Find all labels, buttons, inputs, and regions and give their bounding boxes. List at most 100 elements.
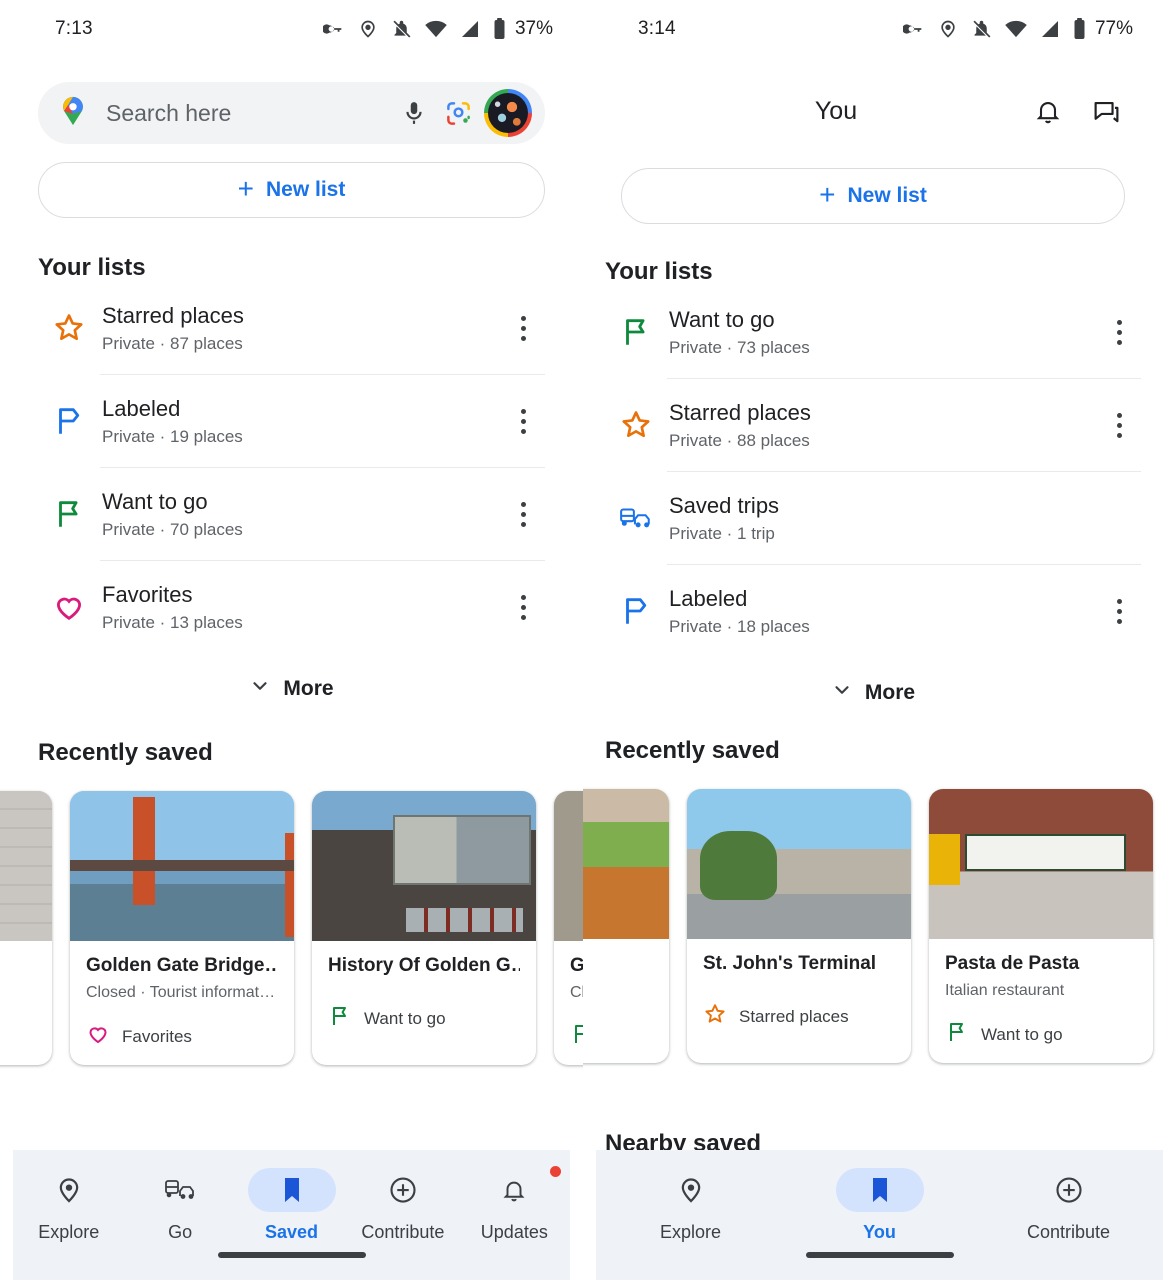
place-name: Golden Gate Bridge… [86,955,278,976]
phone-panel-left: 7:13 37% Search here + New list Your lis… [0,0,583,1280]
new-list-label: New list [266,178,346,201]
notification-dot [550,1166,562,1177]
flag-icon [605,315,667,349]
place-photo [70,791,294,941]
overflow-menu-button[interactable] [501,408,545,434]
place-card[interactable]: History Of Golden G… Want to go [312,791,536,1065]
list-item[interactable]: Saved trips Private · 1 trip [605,472,1141,564]
list-title: Favorites [102,581,193,607]
plus-circle-icon [359,1168,447,1212]
key-icon [322,18,345,40]
overflow-menu-button[interactable] [501,315,545,341]
signal-icon [460,20,480,38]
place-card[interactable]: ... [0,791,52,1065]
overflow-menu-button[interactable] [1097,319,1141,345]
heart-icon [38,590,100,624]
your-lists-title: Your lists [38,254,146,281]
new-list-button[interactable]: + New list [621,168,1125,224]
chevron-down-icon [831,679,853,707]
place-list-tag: o [583,1020,653,1040]
nav-item-updates[interactable]: Updates [459,1166,570,1243]
nav-label: Explore [659,1222,722,1242]
new-list-button[interactable]: + New list [38,162,545,218]
status-time: 3:14 [638,18,676,39]
search-input[interactable]: Search here [106,100,392,127]
list-item[interactable]: Labeled Private · 19 places [38,375,545,467]
place-tag-label: Starred places [739,1006,849,1026]
list-item[interactable]: Labeled Private · 18 places [605,565,1141,657]
search-bar[interactable]: Search here [38,82,545,144]
status-bar-right: 3:14 77% [583,0,1163,58]
place-name: ... [0,955,36,977]
page-title: You [814,96,858,125]
flag-icon [38,497,100,531]
place-name: St. John's Terminal [703,953,877,974]
status-bar-left: 7:13 37% [0,0,583,58]
place-name: Gale [570,955,583,976]
list-item[interactable]: Starred places Private · 88 places [605,379,1141,471]
place-name: Pasta de Pasta [945,953,1080,974]
overflow-menu-button[interactable] [501,594,545,620]
more-button[interactable]: More [583,679,1163,707]
list-title: Labeled [102,395,181,421]
messages-icon[interactable] [1077,97,1135,126]
place-card[interactable]: Pasta de Pasta Italian restaurant Want t… [929,789,1153,1063]
location-pin-icon [358,19,378,39]
place-tag-label: Favorites [122,1026,192,1046]
place-photo [554,791,583,941]
more-label: More [864,681,916,704]
nav-label: Contribute [1026,1222,1111,1242]
list-subtitle: Private · 88 places [669,431,810,451]
recently-saved-carousel[interactable]: Eatery (… nt o St. John's Terminal [583,789,1163,1063]
bottom-nav-left[interactable]: Explore Go Saved Contribute Updates [13,1150,570,1280]
heart-icon [86,1022,110,1051]
nav-label: Explore [38,1222,100,1242]
home-indicator [217,1252,366,1258]
nav-item-saved[interactable]: Saved [236,1168,347,1243]
recently-saved-carousel[interactable]: ... Golden Gate Bridge… Closed · Tourist… [0,791,583,1065]
list-subtitle: Private · 1 trip [669,524,775,544]
battery-percent: 77% [1094,18,1133,39]
list-title: Want to go [102,488,208,514]
place-photo [929,789,1153,939]
nav-item-explore[interactable]: Explore [596,1168,785,1243]
overflow-menu-button[interactable] [1097,412,1141,438]
place-card[interactable]: Gale Clos [554,791,583,1065]
overflow-menu-button[interactable] [501,501,545,527]
place-card[interactable]: Golden Gate Bridge… Closed · Tourist inf… [70,791,294,1065]
place-subtitle: Clos [570,984,583,1001]
place-card[interactable]: St. John's Terminal Starred places [687,789,911,1063]
list-item[interactable]: Want to go Private · 73 places [605,286,1141,378]
avatar[interactable] [484,89,532,137]
nav-item-contribute[interactable]: Contribute [347,1168,458,1243]
list-item[interactable]: Starred places Private · 87 places [38,282,545,374]
nav-item-contribute[interactable]: Contribute [974,1168,1163,1243]
maps-pin-icon [56,94,90,133]
nav-item-you[interactable]: You [785,1168,974,1243]
place-photo [0,791,52,941]
place-card[interactable]: Eatery (… nt o [583,789,669,1063]
battery-percent: 37% [514,18,553,39]
list-title: Saved trips [669,492,780,518]
place-name: History Of Golden G… [328,955,520,976]
more-label: More [283,677,334,700]
nav-label: You [863,1222,896,1242]
list-item[interactable]: Want to go Private · 70 places [38,468,545,560]
key-icon [902,18,925,40]
microphone-icon[interactable] [392,100,436,126]
trip-icon [605,503,667,533]
place-list-tag [570,1022,583,1051]
more-button[interactable]: More [0,675,583,703]
overflow-menu-button[interactable] [1097,598,1141,624]
place-photo [583,789,669,939]
bottom-nav-right[interactable]: Explore You Contribute [596,1150,1163,1280]
star-icon [605,408,667,442]
list-subtitle: Private · 18 places [669,617,810,637]
nav-item-go[interactable]: Go [124,1168,235,1243]
location-pin-icon [647,1168,735,1212]
google-lens-icon[interactable] [436,100,480,127]
nav-item-explore[interactable]: Explore [13,1168,124,1243]
plus-icon: + [819,179,836,210]
bell-icon[interactable] [1019,96,1077,126]
list-item[interactable]: Favorites Private · 13 places [38,561,545,653]
